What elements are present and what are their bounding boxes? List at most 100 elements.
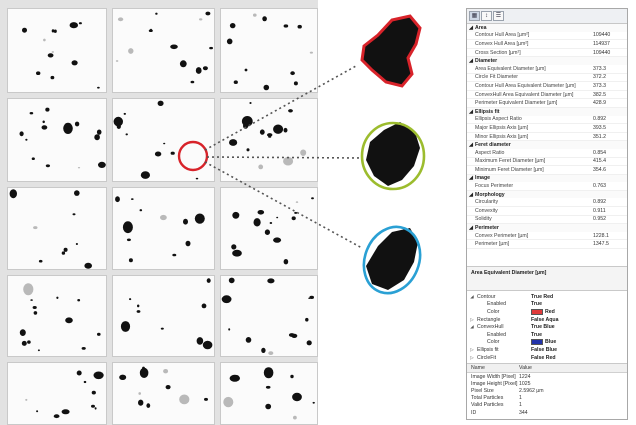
property-row[interactable]: Circle Fit Diameter 372.2 xyxy=(467,74,627,83)
property-row[interactable]: Convex Hull Area [µm²] 114937 xyxy=(467,40,627,49)
property-row[interactable]: Focus Perimeter 0.763 xyxy=(467,182,627,191)
property-category-label: Ellipsis fit xyxy=(475,108,500,115)
property-category[interactable]: ◢ Morphology xyxy=(467,190,627,199)
info-value: 1 xyxy=(519,395,522,402)
visualization-value: True xyxy=(531,332,542,338)
description-title: Area Equivalent Diameter [µm] xyxy=(471,270,547,276)
info-table-body: Image Width [Pixel] 1224 Image Height [Pix… xyxy=(467,373,627,416)
expander-icon[interactable]: ◢ xyxy=(467,324,477,330)
color-swatch[interactable] xyxy=(531,339,543,346)
info-value: 1025 xyxy=(519,380,531,387)
property-row[interactable]: Maximum Feret Diameter [µm] 415.4 xyxy=(467,158,627,167)
property-category[interactable]: ◢ Area xyxy=(467,24,627,32)
property-category[interactable]: ◢ Diameter xyxy=(467,57,627,65)
property-panel: ▦ ↕ ☰ ◢ Area Contour Hull Area [µm²] 109440… xyxy=(466,8,628,420)
property-row[interactable]: Contour Hull Area [µm²] 109440 xyxy=(467,32,627,41)
visualization-name: Enabled xyxy=(487,301,507,308)
property-category[interactable]: ◢ Perimeter xyxy=(467,224,627,232)
info-name: Pixel Size xyxy=(471,387,494,394)
property-row[interactable]: Minor Ellipsis Axis [µm] 351.2 xyxy=(467,133,627,142)
expander-icon[interactable]: ◢ xyxy=(467,294,477,300)
property-value: 415.4 xyxy=(593,158,606,165)
selection-circle[interactable] xyxy=(177,140,209,172)
color-swatch[interactable] xyxy=(531,308,543,315)
property-name: Perimeter Equivalent Diameter [µm] xyxy=(475,100,558,107)
visualization-value: True Blue xyxy=(531,324,555,330)
visualization-row[interactable]: ▷ Ellipsis fit False Blue xyxy=(467,346,627,354)
property-name: Focus Perimeter xyxy=(475,183,514,190)
visualization-row[interactable]: ◢ ConvexHull True Blue xyxy=(467,323,627,331)
expander-icon[interactable]: ▷ xyxy=(467,317,477,323)
visualization-value-text: Blue xyxy=(545,339,557,346)
property-category[interactable]: ◢ Feret diameter xyxy=(467,141,627,149)
visualization-name: Contour xyxy=(477,293,496,300)
visualization-row[interactable]: Color Red xyxy=(467,308,627,316)
property-value: 0.892 xyxy=(593,199,606,206)
property-name: Aspect Ratio xyxy=(475,149,505,156)
info-row: ID 344 xyxy=(467,409,627,416)
property-category-label: Morphology xyxy=(475,191,505,198)
property-row[interactable]: Solidity 0.952 xyxy=(467,216,627,225)
zoom-particle-convex-hull xyxy=(362,225,422,295)
info-header-value: Value xyxy=(519,365,532,371)
property-grid: ◢ Area Contour Hull Area [µm²] 109440 Convex… xyxy=(467,24,627,250)
zoom-particle-contour xyxy=(360,14,422,88)
collapse-arrow-icon[interactable]: ◢ xyxy=(467,142,475,148)
property-name: Minimum Feret Diameter [µm] xyxy=(475,166,544,173)
property-pages-icon[interactable]: ☰ xyxy=(493,11,504,21)
property-row[interactable]: Minimum Feret Diameter [µm] 354.6 xyxy=(467,166,627,175)
property-category-label: Perimeter xyxy=(475,225,499,232)
visualization-name: ConvexHull xyxy=(477,324,504,331)
property-value: 0.892 xyxy=(593,116,606,123)
info-table-header: Name Value xyxy=(467,364,627,373)
visualization-row[interactable]: ▷ Rectangle False Aqua xyxy=(467,316,627,324)
expander-icon[interactable]: ▷ xyxy=(467,347,477,353)
property-row[interactable]: Perimeter Equivalent Diameter [µm] 428.9 xyxy=(467,99,627,108)
collapse-arrow-icon[interactable]: ◢ xyxy=(467,25,475,31)
property-category-label: Area xyxy=(475,24,487,31)
info-name: ID xyxy=(471,409,477,416)
info-name: Image Height [Pixel] xyxy=(471,380,518,387)
visualization-row[interactable]: Enabled True xyxy=(467,301,627,309)
expander-icon[interactable]: ▷ xyxy=(467,355,477,361)
property-category[interactable]: ◢ Image xyxy=(467,174,627,183)
property-value: 373.3 xyxy=(593,82,606,89)
property-row[interactable]: Aspect Ratio 0.854 xyxy=(467,149,627,158)
property-row[interactable]: Convexity 0.911 xyxy=(467,207,627,216)
property-row[interactable]: Convex Perimeter [µm] 1228.1 xyxy=(467,232,627,241)
property-name: Minor Ellipsis Axis [µm] xyxy=(475,133,529,140)
property-row[interactable]: Perimeter [µm] 1347.5 xyxy=(467,240,627,250)
visualization-row[interactable]: ▷ CircleFit False Red xyxy=(467,354,627,362)
property-name: Major Ellipsis Axis [µm] xyxy=(475,124,529,131)
visualization-value: False Aqua xyxy=(531,317,558,323)
visualization-row[interactable]: ◢ Contour True Red xyxy=(467,293,627,301)
categorized-icon[interactable]: ▦ xyxy=(469,11,480,21)
visualization-name: Color xyxy=(487,339,500,346)
info-row: Image Height [Pixel] 1025 xyxy=(467,380,627,387)
property-row[interactable]: Ellipsis Aspect Ratio 0.892 xyxy=(467,116,627,125)
visualization-value-text: Red xyxy=(545,308,555,315)
property-row[interactable]: Area Equivalent Diameter [µm] 373.3 xyxy=(467,65,627,74)
sort-az-icon[interactable]: ↕ xyxy=(481,11,492,21)
collapse-arrow-icon[interactable]: ◢ xyxy=(467,58,475,64)
property-row[interactable]: Circularity 0.892 xyxy=(467,198,627,208)
zoom-particle-ellipse xyxy=(360,121,426,191)
collapse-arrow-icon[interactable]: ◢ xyxy=(467,109,475,115)
property-row[interactable]: Major Ellipsis Axis [µm] 393.5 xyxy=(467,124,627,133)
visualization-value-text: False Blue xyxy=(531,346,557,353)
info-value: 1 xyxy=(519,402,522,409)
visualization-row[interactable]: Enabled True xyxy=(467,331,627,339)
property-value: 382.5 xyxy=(593,91,606,98)
visualization-row[interactable]: Color Blue xyxy=(467,339,627,347)
collapse-arrow-icon[interactable]: ◢ xyxy=(467,225,475,231)
property-row[interactable]: ConvexHull Area Equivalent Diameter [µm]… xyxy=(467,91,627,100)
property-row[interactable]: Cross Section [µm²] 109440 xyxy=(467,49,627,58)
property-row[interactable]: Contour Hull Area Equivalent Diameter [µ… xyxy=(467,82,627,91)
collapse-arrow-icon[interactable]: ◢ xyxy=(467,175,475,181)
property-value: 372.2 xyxy=(593,74,606,81)
info-value: 344 xyxy=(519,409,528,416)
collapse-arrow-icon[interactable]: ◢ xyxy=(467,192,475,198)
property-value: 373.3 xyxy=(593,65,606,72)
property-category[interactable]: ◢ Ellipsis fit xyxy=(467,107,627,116)
property-name: Cross Section [µm²] xyxy=(475,49,521,56)
